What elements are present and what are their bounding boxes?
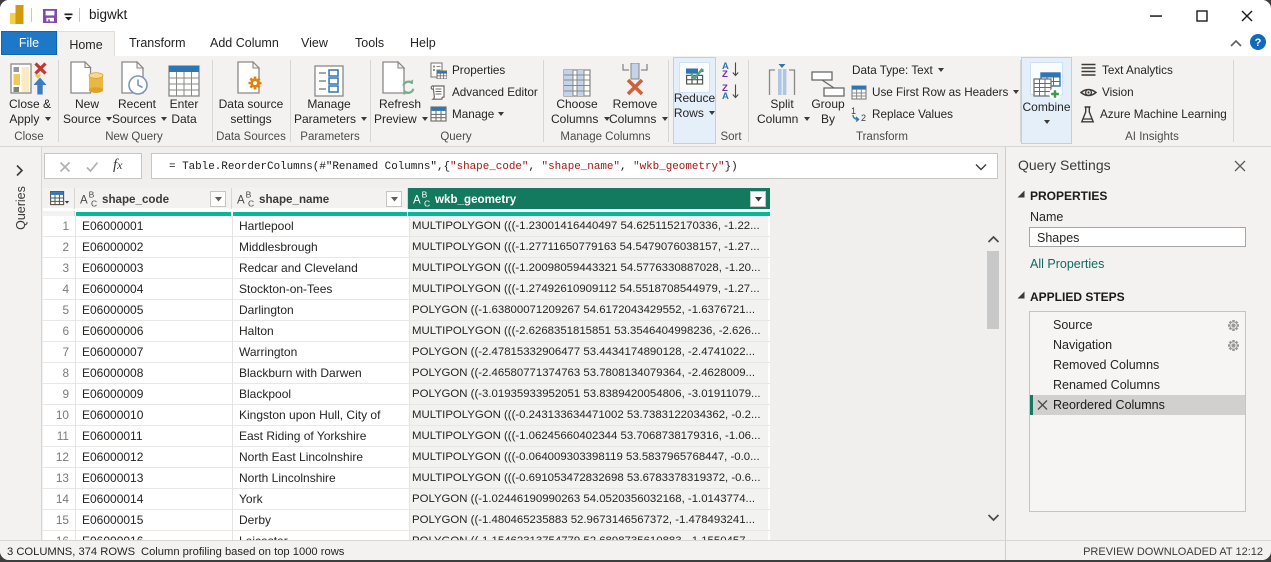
- svg-text:A: A: [722, 91, 729, 99]
- svg-text:C: C: [91, 199, 97, 208]
- svg-text:Z: Z: [722, 69, 728, 77]
- svg-text:A: A: [413, 195, 421, 207]
- svg-text:?: ?: [1255, 37, 1262, 49]
- svg-text:C: C: [248, 199, 254, 208]
- svg-text:C: C: [424, 199, 430, 208]
- svg-text:A: A: [80, 195, 88, 207]
- svg-text:A: A: [237, 195, 245, 207]
- svg-text:2: 2: [861, 113, 866, 122]
- svg-text:1: 1: [851, 106, 856, 116]
